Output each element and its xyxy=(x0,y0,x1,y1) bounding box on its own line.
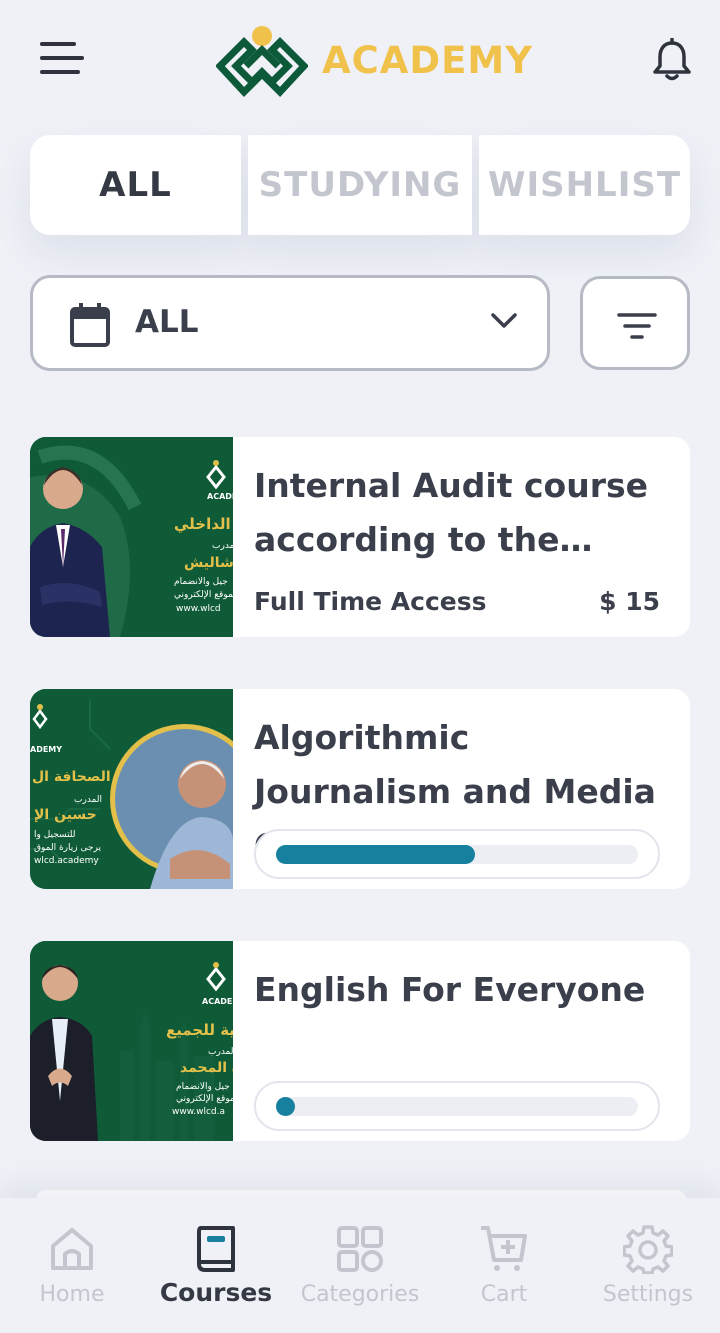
thumbnail-line-1: جيل والانضمام xyxy=(176,1082,230,1092)
course-title: Internal Audit course according to the i… xyxy=(254,466,649,559)
thumbnail-line-2: الموقع الإلكتروني xyxy=(176,1094,233,1104)
thumbnail-trainer-name: ة المحمد xyxy=(180,1060,233,1076)
gear-icon xyxy=(623,1225,673,1274)
nav-settings[interactable]: Settings xyxy=(576,1198,720,1333)
thumbnail-logo-label: ACADE xyxy=(207,492,233,501)
nav-courses[interactable]: Courses xyxy=(144,1198,288,1333)
thumbnail-line-2: الموقع الإلكتروني xyxy=(174,590,233,600)
menu-icon[interactable] xyxy=(40,42,86,78)
thumbnail-url: www.wlcd xyxy=(176,604,221,614)
app-logo: ACADEMY xyxy=(216,22,533,98)
thumbnail-url: www.wlcd.a xyxy=(172,1107,226,1117)
tab-all[interactable]: ALL xyxy=(30,135,241,235)
thumbnail-line-1: جيل والانضمام xyxy=(174,577,228,587)
cart-icon xyxy=(481,1226,527,1271)
course-progress-bar xyxy=(254,1081,660,1131)
thumbnail-arabic-title: زية للجميع xyxy=(166,1021,233,1039)
thumbnail-trainer-label: المدرب xyxy=(208,1047,233,1057)
thumbnail-trainer-name: حسين الإ xyxy=(34,807,97,823)
tab-studying[interactable]: STUDYING xyxy=(248,135,472,235)
logo-mark-icon xyxy=(216,26,308,98)
tab-wishlist[interactable]: WISHLIST xyxy=(479,135,690,235)
progress-fill xyxy=(276,845,475,864)
home-icon xyxy=(51,1228,93,1270)
book-icon xyxy=(197,1226,235,1272)
chevron-down-icon xyxy=(491,313,517,328)
thumbnail-arabic-title: الصحافة ال xyxy=(32,769,111,785)
nav-cart[interactable]: Cart xyxy=(432,1198,576,1333)
nav-categories[interactable]: Categories xyxy=(288,1198,432,1333)
progress-fill xyxy=(276,1097,295,1116)
date-filter-dropdown[interactable]: ALL xyxy=(30,275,550,371)
progress-track xyxy=(276,1097,638,1116)
filter-icon xyxy=(617,313,657,339)
date-filter-value: ALL xyxy=(135,304,199,340)
nav-label: Home xyxy=(39,1282,105,1307)
course-tabs: ALL STUDYING WISHLIST xyxy=(30,135,690,235)
course-progress-bar xyxy=(254,829,660,879)
thumbnail-url: wlcd.academy xyxy=(34,856,99,866)
bottom-nav: Home Courses Categories Cart Settings xyxy=(0,1198,720,1333)
thumbnail-trainer-label: المدرب xyxy=(212,541,233,551)
grid-icon xyxy=(337,1226,383,1272)
nav-label: Categories xyxy=(300,1282,420,1307)
bell-icon[interactable] xyxy=(650,38,694,82)
progress-track xyxy=(276,845,638,864)
nav-label: Settings xyxy=(602,1282,694,1307)
logo-text: ACADEMY xyxy=(322,38,534,82)
course-access: Full Time Access xyxy=(254,587,487,616)
course-thumbnail: ACADE ق الداخلي المدرب ر شاليش جيل والان… xyxy=(30,437,233,637)
course-card-internal-audit[interactable]: ACADE ق الداخلي المدرب ر شاليش جيل والان… xyxy=(30,437,690,637)
course-card-english-for-everyone[interactable]: ACADEM زية للجميع المدرب ة المحمد جيل وا… xyxy=(30,941,690,1141)
nav-label: Courses xyxy=(159,1278,273,1307)
nav-home[interactable]: Home xyxy=(0,1198,144,1333)
thumbnail-trainer-label: المدرب xyxy=(74,795,102,805)
app-header: ACADEMY xyxy=(0,0,720,120)
thumbnail-line-1: للتسجيل وا xyxy=(34,830,76,840)
course-price: $ 15 xyxy=(599,587,660,616)
thumbnail-line-2: يرجى زيارة الموق xyxy=(34,843,101,853)
thumbnail-logo-label: ACADEM xyxy=(202,997,233,1006)
nav-label: Cart xyxy=(480,1282,528,1307)
calendar-icon xyxy=(70,303,110,347)
course-card-algorithmic-journalism[interactable]: ADEMY الصحافة ال المدرب حسين الإ للتسجيل… xyxy=(30,689,690,889)
course-title: English For Everyone xyxy=(254,970,646,1009)
course-thumbnail: ADEMY الصحافة ال المدرب حسين الإ للتسجيل… xyxy=(30,689,233,889)
filter-button[interactable] xyxy=(580,276,690,370)
thumbnail-arabic-title: ق الداخلي xyxy=(174,515,233,533)
thumbnail-logo-label: ADEMY xyxy=(30,745,63,754)
course-thumbnail: ACADEM زية للجميع المدرب ة المحمد جيل وا… xyxy=(30,941,233,1141)
thumbnail-trainer-name: ر شاليش xyxy=(184,555,233,571)
